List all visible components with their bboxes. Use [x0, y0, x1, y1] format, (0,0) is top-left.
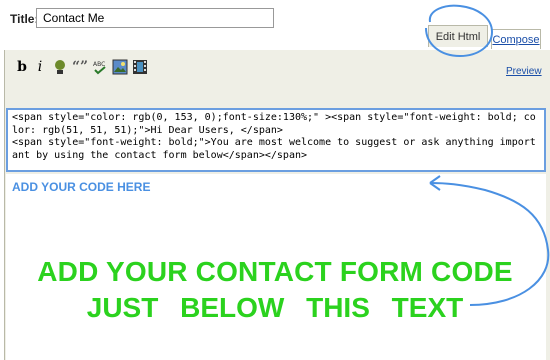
annotation-overlay	[425, 4, 550, 306]
arrow-curve	[429, 182, 550, 306]
edit-html-circle	[425, 4, 494, 58]
